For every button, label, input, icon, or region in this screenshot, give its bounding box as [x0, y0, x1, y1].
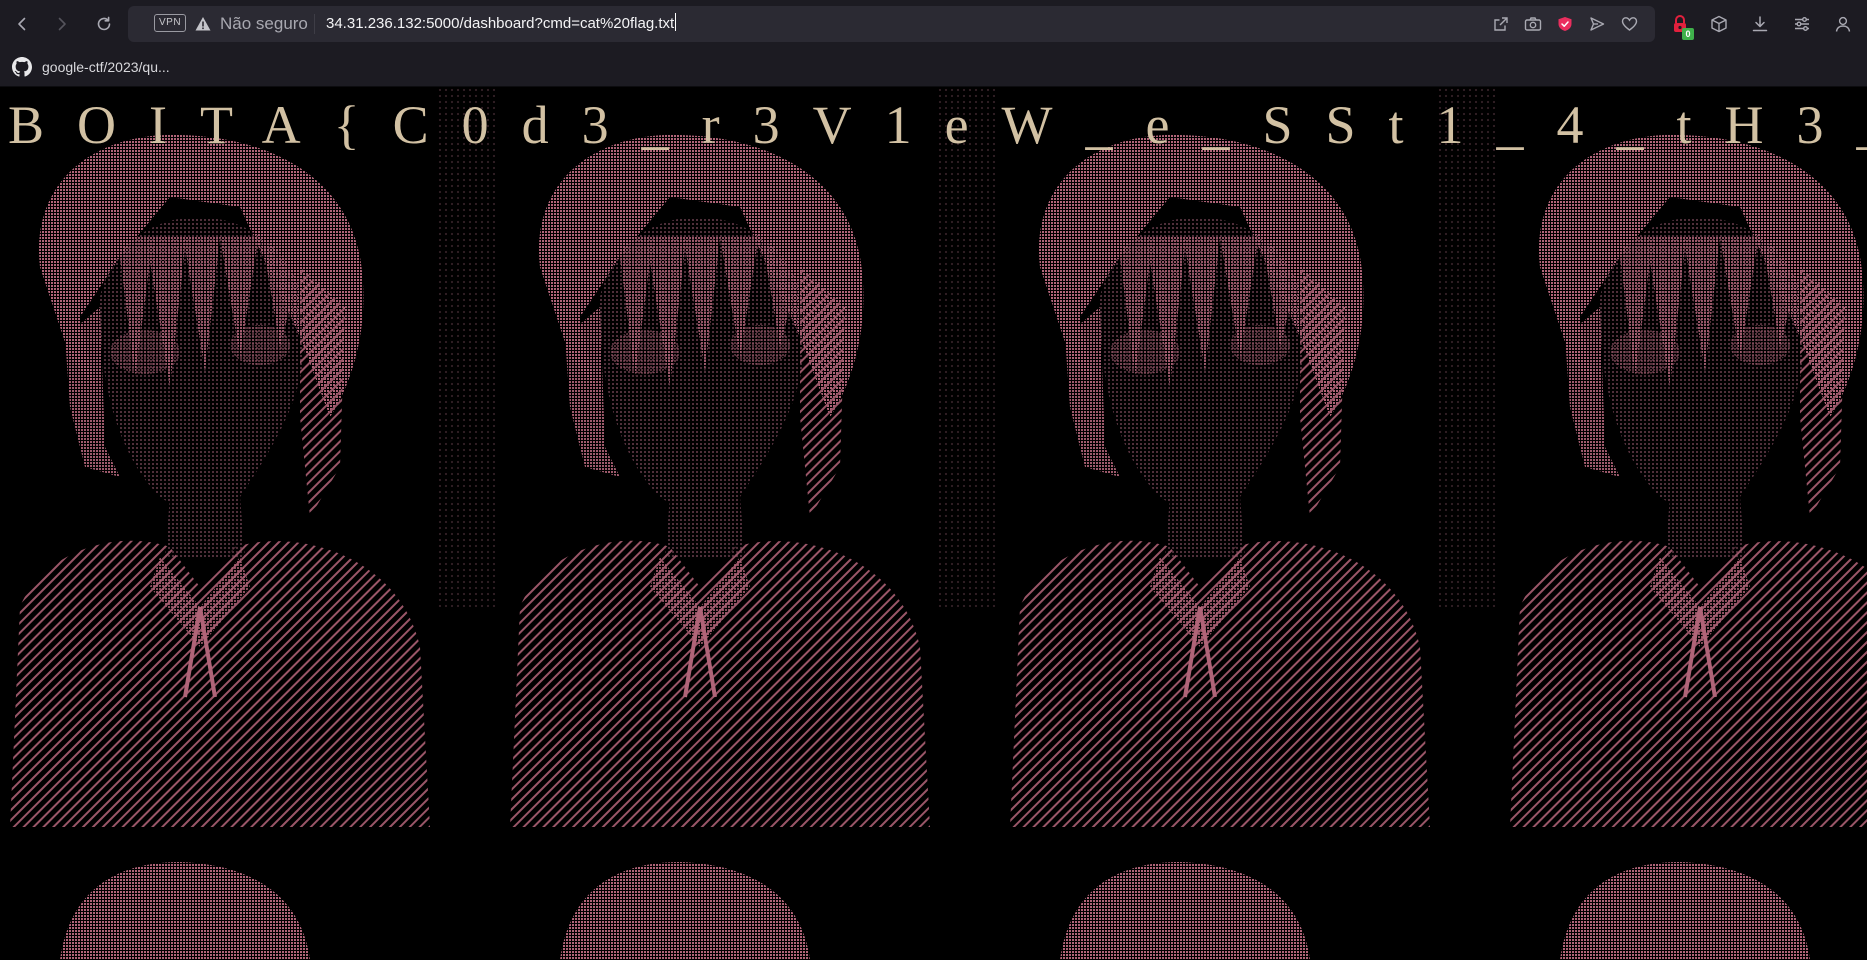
- github-icon: [12, 57, 32, 77]
- browser-toolbar: VPN Não seguro 34.31.236.132:5000/dashbo…: [0, 0, 1867, 48]
- forward-arrow-icon: [58, 17, 66, 31]
- ascii-portrait: [1500, 87, 1867, 960]
- security-status[interactable]: Não seguro: [220, 6, 308, 42]
- bookmark-google-ctf[interactable]: google-ctf/2023/qu...: [12, 56, 170, 78]
- settings-button[interactable]: [1790, 12, 1814, 36]
- back-button[interactable]: [10, 12, 34, 36]
- back-arrow-icon: [18, 17, 26, 31]
- send-icon[interactable]: [1588, 15, 1606, 33]
- camera-icon[interactable]: [1524, 15, 1542, 33]
- flag-text: BOITA{C0d3_r3V1eW_e_SSt1_4_tH3_w1: [8, 95, 1867, 155]
- shield-icon[interactable]: [1556, 15, 1574, 33]
- bookmark-label: google-ctf/2023/qu...: [42, 59, 170, 75]
- cube-button[interactable]: [1707, 12, 1731, 36]
- cube-icon: [1711, 15, 1727, 33]
- url-value: 34.31.236.132:5000/dashboard?cmd=cat%20f…: [326, 15, 675, 32]
- bookmarks-bar: google-ctf/2023/qu...: [0, 48, 1867, 87]
- web-page: BOITA{C0d3_r3V1eW_e_SSt1_4_tH3_w1: [0, 87, 1867, 960]
- vpn-badge[interactable]: VPN: [154, 14, 187, 32]
- account-button[interactable]: [1831, 12, 1855, 36]
- ascii-portrait: [500, 87, 1000, 960]
- warning-icon[interactable]: [194, 15, 212, 33]
- forward-button[interactable]: [50, 12, 74, 36]
- dotted-seam: [1437, 87, 1495, 607]
- dotted-seam: [937, 87, 995, 607]
- extension-counter-badge: 0: [1682, 28, 1694, 40]
- reload-icon: [97, 16, 111, 31]
- settings-icon: [1795, 17, 1809, 31]
- download-icon: [1752, 16, 1768, 32]
- ascii-portrait: [1000, 87, 1500, 960]
- address-bar[interactable]: VPN Não seguro 34.31.236.132:5000/dashbo…: [128, 6, 1655, 42]
- account-icon: [1835, 16, 1851, 32]
- downloads-button[interactable]: [1748, 12, 1772, 36]
- ascii-portrait: [0, 87, 500, 960]
- url-input[interactable]: 34.31.236.132:5000/dashboard?cmd=cat%20f…: [326, 6, 677, 42]
- dotted-seam: [437, 87, 495, 607]
- text-caret: [675, 13, 677, 31]
- reload-button[interactable]: [92, 12, 116, 36]
- heart-icon[interactable]: [1620, 15, 1638, 33]
- share-icon[interactable]: [1492, 15, 1510, 33]
- url-divider: [314, 14, 315, 34]
